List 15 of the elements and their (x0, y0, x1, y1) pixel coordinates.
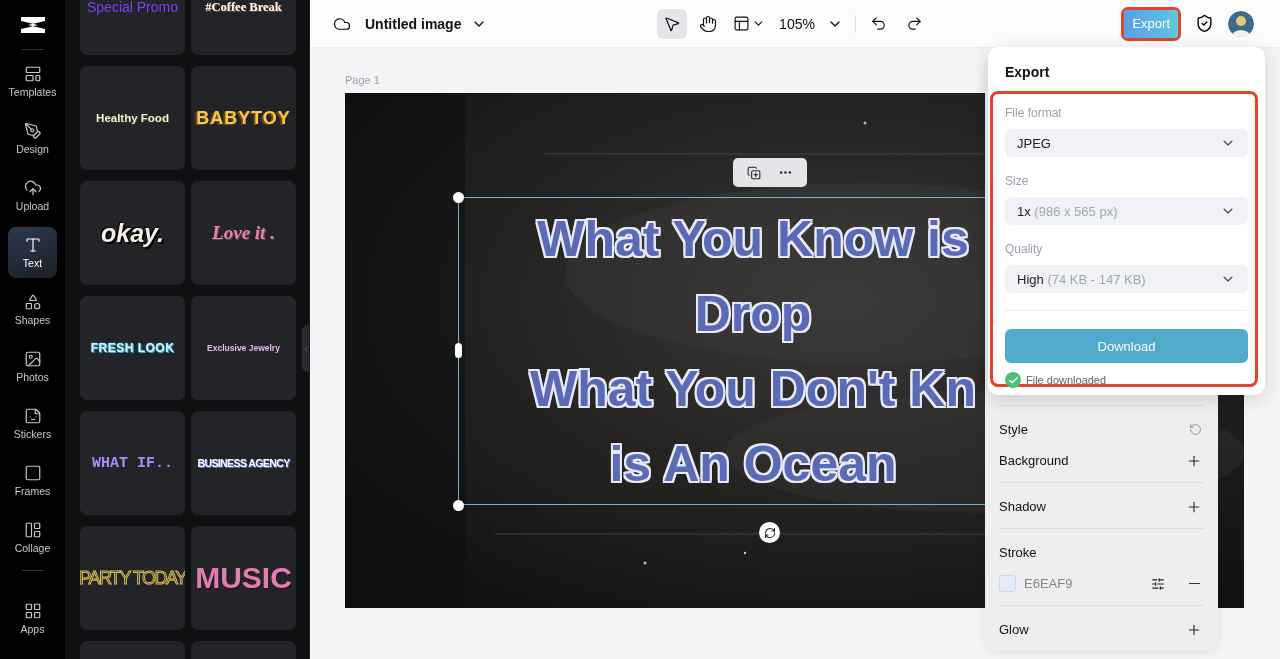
popup-title: Export (1005, 64, 1051, 80)
canvas-text: What You Know is (537, 210, 969, 269)
property-label: Stroke (999, 545, 1037, 560)
property-label: Background (999, 453, 1069, 468)
canvas-text: is An Ocean (609, 435, 897, 494)
canvas-text: What You Don't Kn (529, 360, 977, 419)
property-label: Style (999, 422, 1028, 437)
field-label: Size (1005, 174, 1030, 188)
page-label: Page 1 (345, 74, 381, 86)
property-label: Glow (999, 622, 1029, 637)
property-label: Shadow (999, 499, 1046, 514)
field-label: Quality (1005, 242, 1044, 256)
canvas-text: Drop (694, 285, 812, 344)
status-text: File downloaded (1026, 374, 1107, 386)
field-label: File format (1005, 106, 1063, 120)
